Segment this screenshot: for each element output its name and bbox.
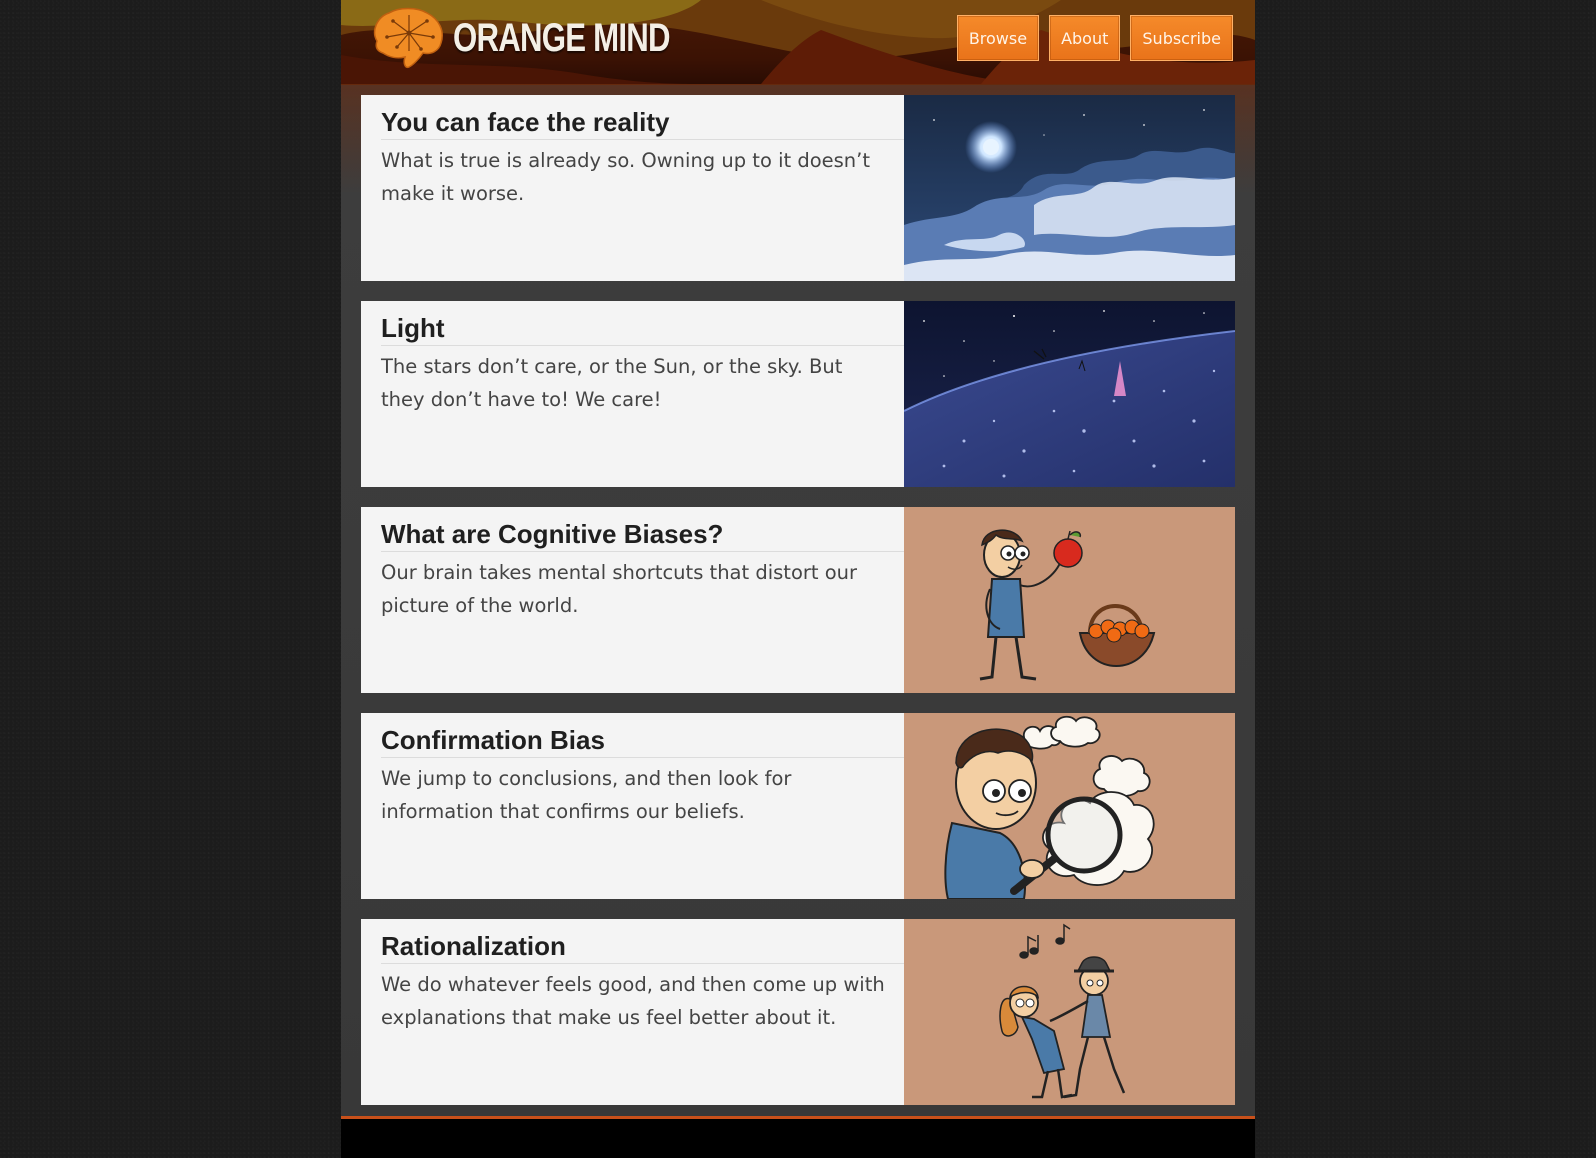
article-text: Confirmation Bias We jump to conclusions… (361, 713, 904, 899)
article-description: Our brain takes mental shortcuts that di… (381, 561, 858, 617)
main-nav: Browse About Subscribe (956, 15, 1233, 61)
site-header: ORANGE MIND Browse About Subscribe (341, 0, 1255, 85)
article-card[interactable]: What are Cognitive Biases? Our brain tak… (361, 507, 1235, 693)
logo-text: ORANGE MIND (453, 15, 671, 60)
article-card[interactable]: Confirmation Bias We jump to conclusions… (361, 713, 1235, 899)
article-description: We jump to conclusions, and then look fo… (381, 767, 792, 823)
article-thumbnail-cartoon-apple[interactable] (904, 507, 1235, 693)
article-text: What are Cognitive Biases? Our brain tak… (361, 507, 904, 693)
article-title[interactable]: Light (381, 313, 904, 346)
article-text: Light The stars don’t care, or the Sun, … (361, 301, 904, 487)
article-description: What is true is already so. Owning up to… (381, 149, 871, 205)
article-thumbnail-night-clouds[interactable] (904, 95, 1235, 281)
article-thumbnail-dancing[interactable] (904, 919, 1235, 1105)
article-title[interactable]: You can face the reality (381, 107, 904, 140)
article-title[interactable]: Confirmation Bias (381, 725, 904, 758)
article-thumbnail-city-lights[interactable] (904, 301, 1235, 487)
cartoon-man-apple-basket-image (904, 507, 1235, 693)
brain-icon (373, 7, 443, 69)
article-list: You can face the reality What is true is… (361, 95, 1235, 1125)
article-title[interactable]: Rationalization (381, 931, 904, 964)
article-text: You can face the reality What is true is… (361, 95, 904, 281)
site-logo[interactable]: ORANGE MIND (369, 7, 731, 69)
city-lights-earth-image (904, 301, 1235, 487)
article-card[interactable]: You can face the reality What is true is… (361, 95, 1235, 281)
night-sky-clouds-image (904, 95, 1235, 281)
article-card[interactable]: Rationalization We do whatever feels goo… (361, 919, 1235, 1105)
article-thumbnail-magnifier[interactable] (904, 713, 1235, 899)
article-description: We do whatever feels good, and then come… (381, 973, 885, 1029)
cartoon-man-magnifying-glass-image (904, 713, 1235, 899)
page-container: ORANGE MIND Browse About Subscribe You c… (341, 0, 1255, 1158)
article-title[interactable]: What are Cognitive Biases? (381, 519, 904, 552)
nav-browse-button[interactable]: Browse (956, 15, 1040, 61)
article-card[interactable]: Light The stars don’t care, or the Sun, … (361, 301, 1235, 487)
nav-subscribe-button[interactable]: Subscribe (1130, 15, 1233, 61)
nav-about-button[interactable]: About (1049, 15, 1121, 61)
site-footer (341, 1116, 1255, 1158)
article-text: Rationalization We do whatever feels goo… (361, 919, 904, 1105)
article-description: The stars don’t care, or the Sun, or the… (381, 355, 843, 411)
cartoon-couple-dancing-image (904, 919, 1235, 1105)
